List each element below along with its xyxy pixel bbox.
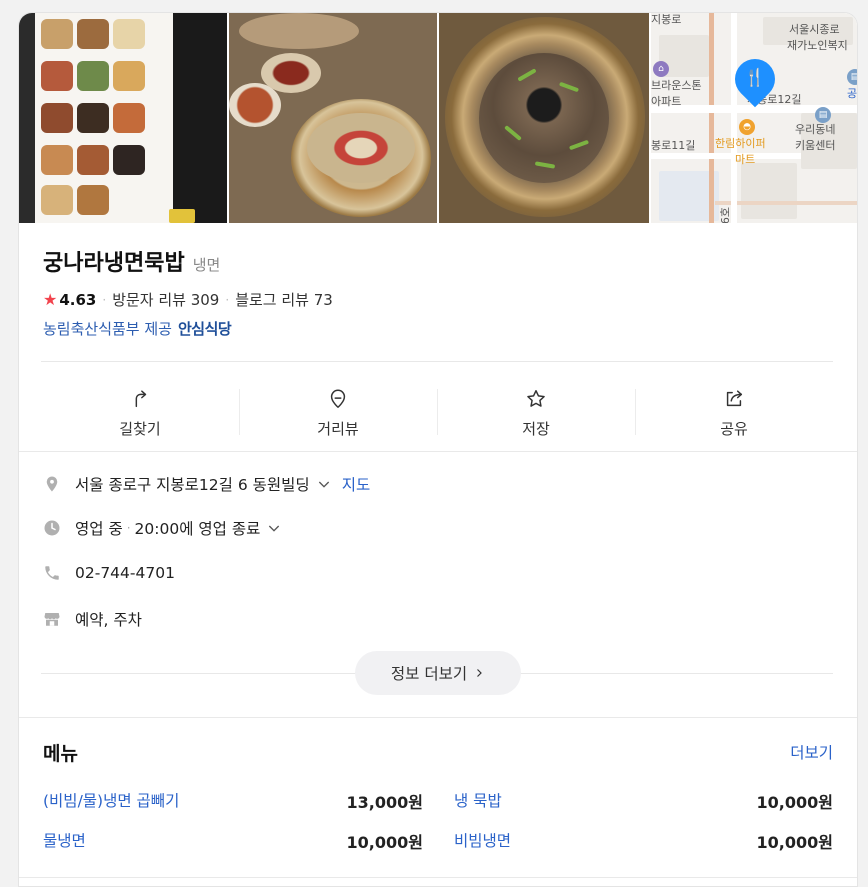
closing-time: 20:00에 영업 종료 [134,520,261,538]
blog-review-link[interactable]: 블로그 리뷰 73 [235,289,333,310]
menu-item[interactable]: 물냉면 [43,829,86,851]
place-title: 궁나라냉면묵밥 냉면 [43,245,220,277]
review-stats: ★ 4.63 · 방문자 리뷰 309 · 블로그 리뷰 73 [43,289,333,310]
photo-menu-board[interactable] [19,13,227,223]
map-label: 지봉로 [651,13,682,26]
phone-icon [45,566,59,580]
chevron-right-icon [477,669,482,677]
directions-label: 길찾기 [119,419,161,438]
store-icon [44,613,60,626]
share-icon [726,389,743,406]
safe-restaurant-badge: 안심식당 [177,320,232,338]
map-label: 봉로11길 [651,139,696,152]
more-info-button[interactable]: 정보 더보기 [355,651,521,695]
menu-item-price: 10,000원 [756,793,833,812]
certification: 농림축산식품부 제공 안심식당 [43,318,232,339]
share-button[interactable]: 공유 [635,375,833,451]
fork-knife-icon: 🍴 [744,68,766,88]
save-label: 저장 [522,419,550,438]
map-label: 우리동네 [795,123,836,136]
map-label: 재가노인복지 [787,39,848,52]
menu-item-name: 비빔냉면 [454,832,512,850]
map-link[interactable]: 지도 [342,473,371,495]
address-row: 서울 종로구 지봉로12길 6 동원빌딩 지도 [43,473,370,495]
map-label: 한림하이퍼 [715,137,766,150]
menu-item-price: 13,000원 [346,793,423,812]
menu-item-name: 냉 묵밥 [454,792,502,810]
location-map[interactable]: 지봉로 서울시종로 재가노인복지 브라운스톤 아파트 지봉로12길 봉로11길 … [651,13,858,223]
map-label: 6호 [719,206,733,223]
phone-number[interactable]: 02-744-4701 [75,564,175,582]
share-label: 공유 [720,419,748,438]
amenities-text: 예약, 주차 [75,611,142,629]
map-label: 서울시종로 [789,23,840,36]
photo-strip: 지봉로 서울시종로 재가노인복지 브라운스톤 아파트 지봉로12길 봉로11길 … [19,13,857,223]
map-label: 키움센터 [795,139,836,152]
directions-button[interactable]: 길찾기 [41,375,239,451]
phone-row: 02-744-4701 [43,564,175,582]
street-view-label: 거리뷰 [317,419,359,438]
rating-value: 4.63 [59,290,97,309]
photo-mukbap[interactable] [439,13,649,223]
map-label: 아파트 [651,95,682,108]
chevron-down-icon[interactable] [266,520,282,536]
menu-more-link[interactable]: 더보기 [790,741,833,763]
cert-provider: 농림축산식품부 제공 [43,320,172,338]
place-card: 지봉로 서울시종로 재가노인복지 브라운스톤 아파트 지봉로12길 봉로11길 … [18,12,858,887]
directions-icon [135,389,147,407]
street-view-button[interactable]: 거리뷰 [239,375,437,451]
star-icon [527,389,545,407]
menu-item[interactable]: 냉 묵밥 [454,789,502,811]
rating-star-icon: ★ [43,290,58,309]
mart-icon: ◓ [739,119,755,135]
street-view-icon [330,389,346,408]
menu-item[interactable]: 비빔냉면 [454,829,511,851]
map-label: 브라운스톤 [651,79,702,92]
chevron-down-icon[interactable] [316,476,332,492]
visitor-review-link[interactable]: 방문자 리뷰 309 [112,289,219,310]
menu-item-price: 10,000원 [756,833,833,852]
menu-board-image [35,13,173,223]
building-icon: ▤ [815,107,831,123]
photo-naengmyeon[interactable] [229,13,437,223]
building-icon: ▤ [847,69,857,85]
place-category: 냉면 [192,256,221,274]
menu-item-name: (비빔/물)냉면 곱빼기 [43,792,180,810]
action-bar: 길찾기 거리뷰 저장 공유 [41,375,833,451]
hours-row: 영업 중 · 20:00에 영업 종료 [43,517,282,539]
menu-item-name: 물냉면 [43,832,86,850]
location-pin-icon [46,476,58,492]
map-label: 마트 [735,153,756,166]
menu-item[interactable]: (비빔/물)냉면 곱빼기 [43,789,179,811]
place-name: 궁나라냉면묵밥 [43,251,185,276]
menu-item-price: 10,000원 [346,833,423,852]
clock-icon [44,520,60,536]
amenities-row: 예약, 주차 [43,608,142,630]
apartment-icon: ⌂ [653,61,669,77]
open-status: 영업 중 [75,520,123,538]
menu-section-title: 메뉴 [43,743,78,765]
map-label: 공 [847,87,858,100]
save-button[interactable]: 저장 [437,375,635,451]
address-text: 서울 종로구 지봉로12길 6 동원빌딩 [75,476,310,494]
more-info-label: 정보 더보기 [390,665,468,683]
